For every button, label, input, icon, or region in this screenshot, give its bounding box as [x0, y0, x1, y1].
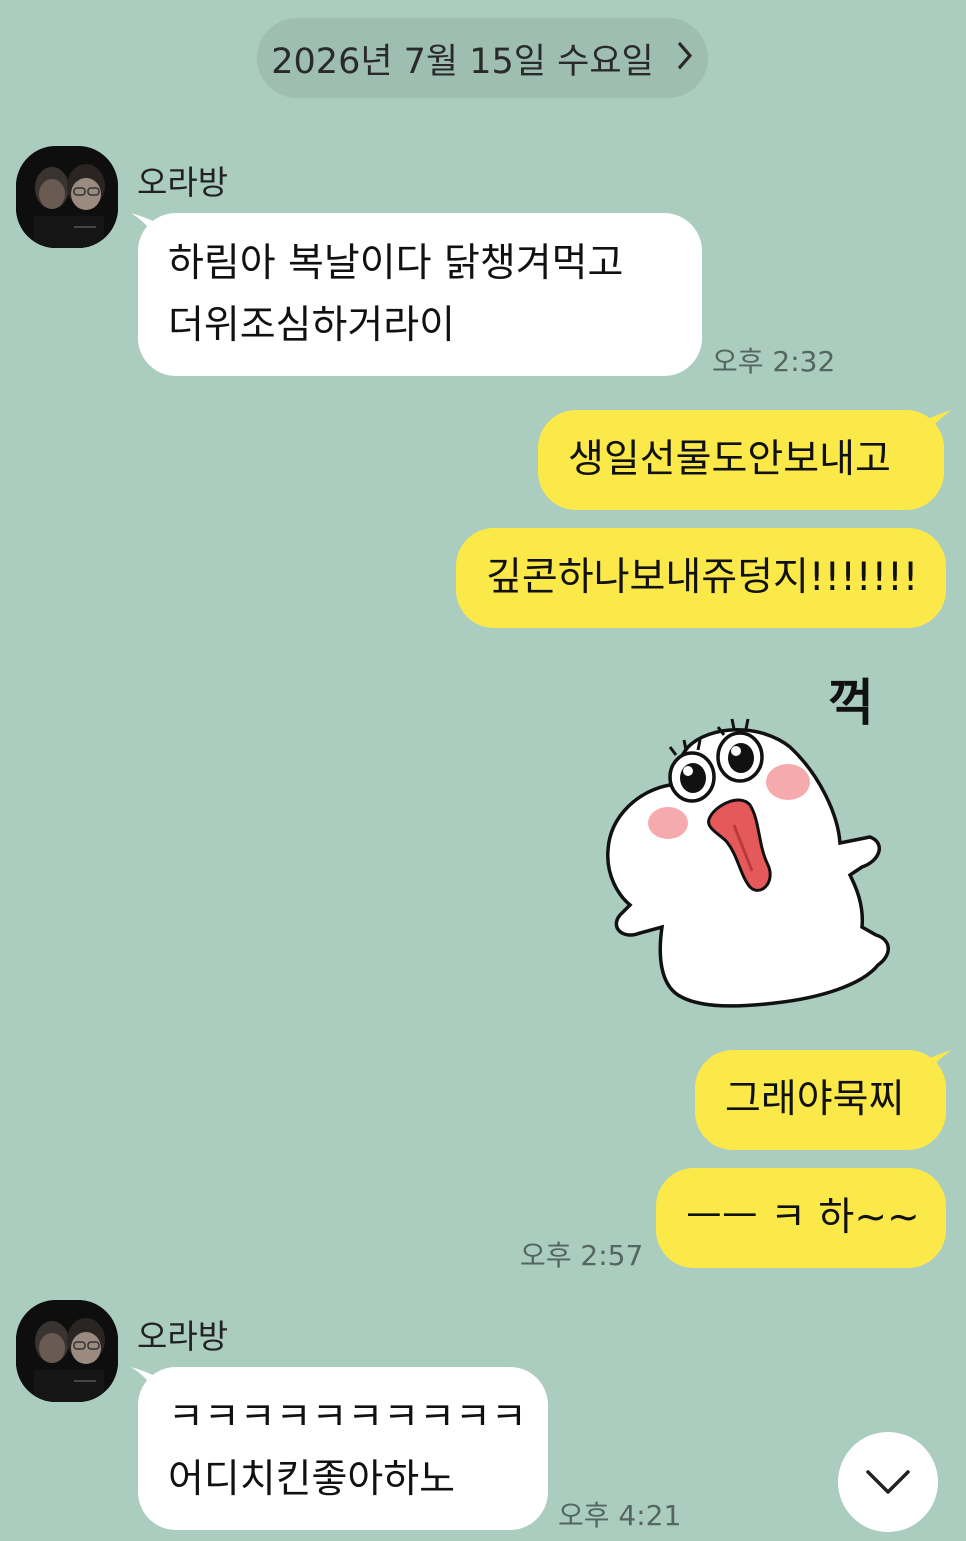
ghost-sticker-icon[interactable]: 꺽	[600, 665, 920, 1015]
message-bubble[interactable]: 하림아 복날이다 닭챙겨먹고 더위조심하거라이	[138, 213, 702, 376]
chevron-down-icon	[866, 1470, 910, 1494]
sender-name: 오라방	[137, 1317, 229, 1356]
message-text: 생일선물도안보내고	[568, 437, 891, 482]
message-text: 그래야묵찌	[725, 1077, 905, 1122]
sticker-text: 꺽	[828, 674, 874, 732]
message-text: ㅋㅋㅋㅋㅋㅋㅋㅋㅋㅋ	[168, 1395, 527, 1440]
message-bubble[interactable]: ㅡㅡ ㅋ 하~~	[656, 1168, 946, 1268]
date-label: 2026년 7월 15일 수요일	[271, 41, 654, 82]
scroll-to-bottom-button[interactable]	[838, 1432, 938, 1532]
date-divider[interactable]: 2026년 7월 15일 수요일	[257, 18, 708, 98]
bubble-tail	[926, 1050, 952, 1076]
message-text: 깊콘하나보내쥬덩지!!!!!!!	[486, 555, 919, 600]
message-time: 오후 2:32	[712, 345, 836, 378]
message-text: 더위조심하거라이	[168, 303, 456, 348]
message-bubble[interactable]: 생일선물도안보내고	[538, 410, 944, 510]
message-text: 어디치킨좋아하노	[168, 1457, 456, 1502]
chevron-right-icon	[676, 34, 694, 81]
message-text: ㅡㅡ ㅋ 하~~	[686, 1195, 920, 1240]
bubble-tail	[926, 410, 952, 436]
message-bubble[interactable]: 깊콘하나보내쥬덩지!!!!!!!	[456, 528, 946, 628]
message-bubble[interactable]: ㅋㅋㅋㅋㅋㅋㅋㅋㅋㅋ 어디치킨좋아하노	[138, 1367, 548, 1530]
message-bubble[interactable]: 그래야묵찌	[695, 1050, 946, 1150]
message-time: 오후 4:21	[558, 1499, 682, 1532]
sender-name: 오라방	[137, 163, 229, 202]
message-text: 하림아 복날이다 닭챙겨먹고	[168, 241, 624, 286]
message-time: 오후 2:57	[520, 1239, 644, 1272]
avatar[interactable]	[16, 1300, 118, 1402]
avatar[interactable]	[16, 146, 118, 248]
